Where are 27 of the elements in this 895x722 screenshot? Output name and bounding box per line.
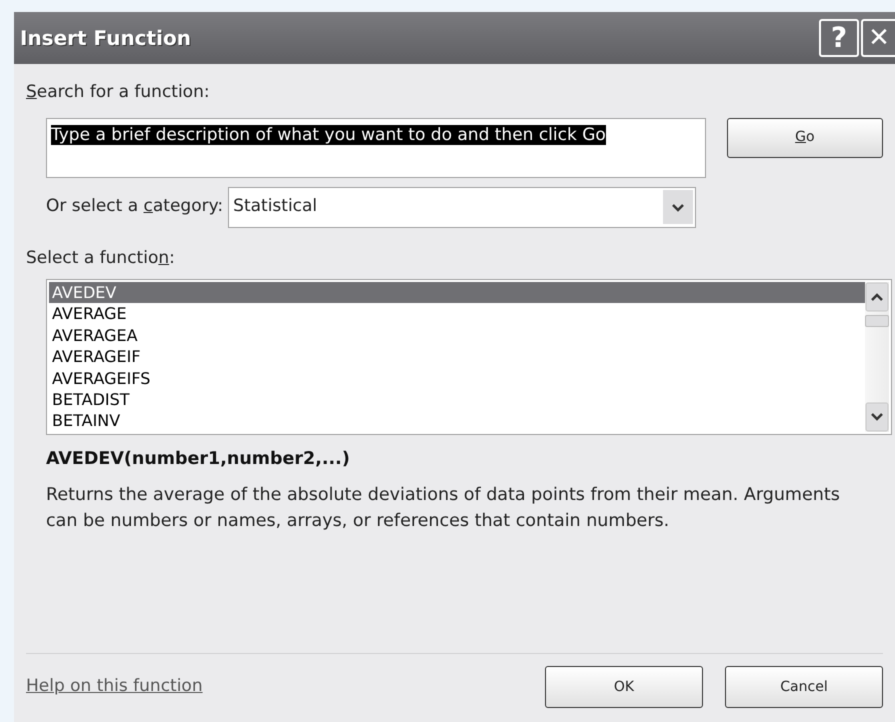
search-label: Search for a function: xyxy=(26,81,210,104)
search-text: Type a brief description of what you want to do and then click Go xyxy=(51,124,606,144)
function-list-item[interactable]: BETAINV xyxy=(49,410,865,432)
function-list-item[interactable]: AVERAGE xyxy=(49,303,865,325)
function-list-item[interactable]: AVERAGEA xyxy=(49,324,865,346)
scroll-thumb[interactable] xyxy=(865,315,889,327)
function-list-item[interactable]: AVERAGEIF xyxy=(49,346,865,368)
scroll-up-icon[interactable] xyxy=(865,282,889,312)
close-button[interactable]: ✕ xyxy=(861,19,895,57)
go-button[interactable]: Go xyxy=(726,118,883,158)
search-field[interactable]: Type a brief description of what you want to do and then click Go xyxy=(46,118,706,178)
scroll-down-icon[interactable] xyxy=(865,402,889,432)
function-list-label: Select a function: xyxy=(26,246,175,270)
function-list-item[interactable]: AVERAGEIFS xyxy=(49,368,865,389)
function-list-item[interactable]: BETADIST xyxy=(49,388,865,410)
function-description: Returns the average of the absolute deviations of data points from their mean. Arguments can be numbers or names, arrays, or references that contain numbers. xyxy=(46,484,841,534)
function-list-item[interactable]: AVEDEV xyxy=(49,282,865,304)
category-label: Or select a category: xyxy=(46,195,224,218)
dialog-button[interactable]: Cancel xyxy=(725,666,883,708)
dialog-button[interactable]: OK xyxy=(545,666,703,708)
category-dropdown[interactable]: Statistical xyxy=(228,186,696,228)
help-link[interactable]: Help on this function xyxy=(26,674,523,700)
chevron-down-icon xyxy=(663,190,694,224)
help-button[interactable]: ? xyxy=(819,19,859,57)
function-signature: AVEDEV(number1,number2,...) xyxy=(46,448,350,471)
window-title: Insert Function xyxy=(20,25,192,52)
scrollbar[interactable] xyxy=(865,282,889,432)
